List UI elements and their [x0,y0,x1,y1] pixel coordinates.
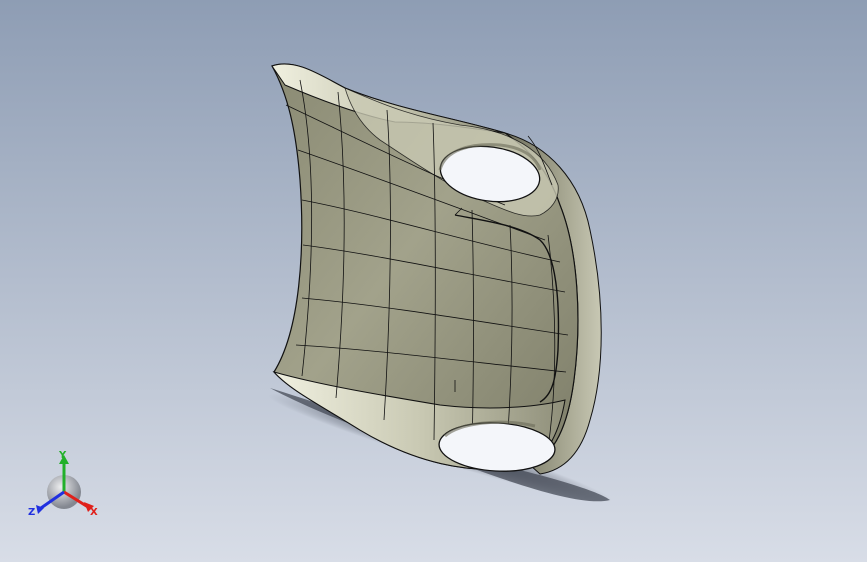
triad-x-label: X [90,507,98,518]
scene-svg: Y X Z [0,0,867,562]
graphics-viewport[interactable]: Y X Z [0,0,867,562]
triad-y-label: Y [58,450,67,461]
triad-z-label: Z [28,507,35,518]
